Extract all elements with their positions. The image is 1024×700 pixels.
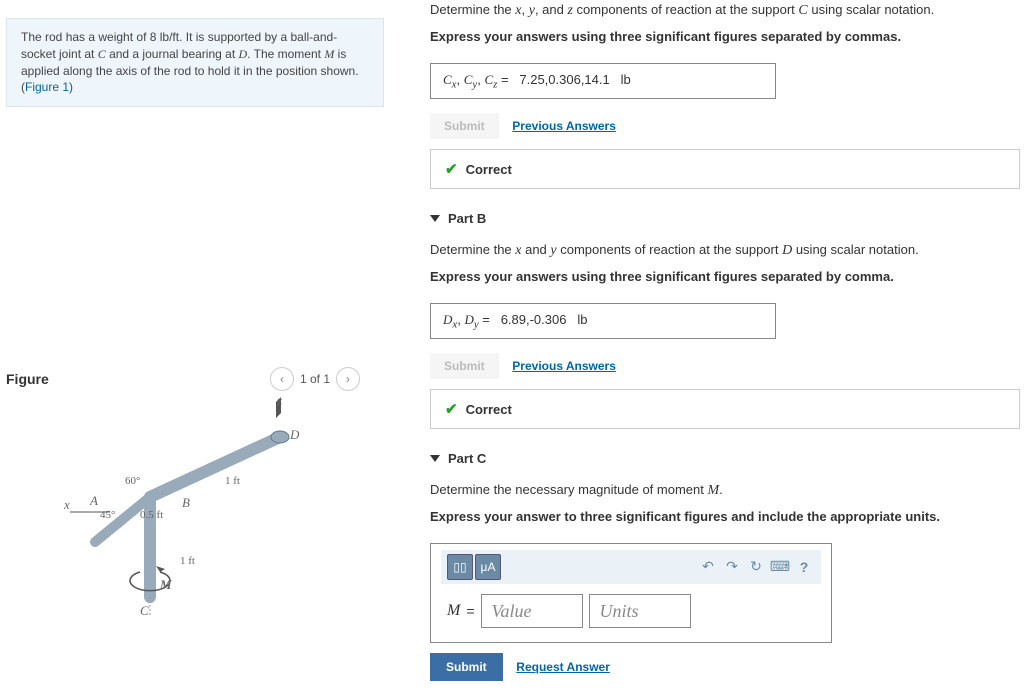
var-y: y — [529, 3, 535, 18]
partb-title: Part B — [448, 211, 486, 226]
partc-instruction: Express your answer to three significant… — [430, 507, 1020, 527]
dim-05ft: 0.5 ft — [140, 509, 163, 521]
problem-text: The rod has a weight of 8 — [21, 30, 160, 44]
partb-unit: lb — [577, 312, 587, 327]
equals-sign: = — [466, 603, 474, 619]
right-column: Determine the x, y, and z components of … — [390, 0, 1024, 700]
partc-input-box: ▯▯ μA ↶ ↷ ↻ ⌨ ? M = Value Units — [430, 543, 832, 643]
text: components of reaction at the support — [573, 2, 798, 17]
parta-submit-button: Submit — [430, 113, 499, 139]
var-c: C — [798, 3, 807, 18]
partb-header[interactable]: Part B — [430, 211, 1020, 226]
toolbar-help-icon[interactable]: ? — [793, 556, 815, 578]
angle-60: 60° — [125, 475, 140, 487]
angle-45: 45° — [100, 509, 115, 521]
partc-header[interactable]: Part C — [430, 451, 1020, 466]
partc-prompt: Determine the necessary magnitude of mom… — [430, 480, 1020, 501]
partc-value-input[interactable]: Value — [481, 594, 583, 628]
figure-link[interactable]: Figure 1 — [25, 80, 69, 94]
text: using scalar notation. — [792, 242, 918, 257]
dim-1ft-b: 1 ft — [180, 555, 195, 567]
var-d: D — [782, 243, 792, 258]
label-m: M — [160, 577, 172, 593]
partb-instruction: Express your answers using three signifi… — [430, 267, 1020, 287]
partb-previous-answers-link[interactable]: Previous Answers — [512, 359, 616, 373]
text: and — [521, 242, 550, 257]
partb-submit-button: Submit — [430, 353, 499, 379]
partc-request-answer-link[interactable]: Request Answer — [516, 660, 610, 674]
figure-next-button[interactable]: › — [336, 367, 360, 391]
partc-toolbar: ▯▯ μA ↶ ↷ ↻ ⌨ ? — [441, 550, 821, 584]
axis-x: x — [64, 497, 70, 513]
problem-text: . The moment — [247, 47, 324, 61]
var-c: C — [98, 47, 106, 61]
figure-prev-button[interactable]: ‹ — [270, 367, 294, 391]
partc-var: M — [447, 602, 460, 620]
caret-down-icon — [430, 455, 440, 462]
feedback-text: Correct — [466, 402, 512, 417]
label-c: C — [140, 603, 149, 619]
problem-text: ) — [69, 80, 73, 94]
figure-page-indicator: 1 of 1 — [300, 372, 330, 386]
var-m: M — [707, 483, 719, 498]
parta-prompt: Determine the x, y, and z components of … — [430, 0, 1020, 21]
parta-answer-display: Cx, Cy, Cz = 7.25,0.306,14.1 lb — [430, 63, 776, 100]
text: Determine the — [430, 242, 515, 257]
partc-title: Part C — [448, 451, 486, 466]
parta-previous-answers-link[interactable]: Previous Answers — [512, 119, 616, 133]
parta-feedback: ✔ Correct — [430, 149, 1020, 189]
text: components of reaction at the support — [557, 242, 782, 257]
partb-prompt: Determine the x and y components of reac… — [430, 240, 1020, 261]
problem-units: lb/ft — [160, 30, 179, 44]
var-m: M — [324, 47, 334, 61]
partc-submit-button[interactable]: Submit — [430, 653, 503, 681]
axis-z: z — [277, 393, 282, 409]
label-d: D — [290, 427, 299, 443]
parta-instruction: Express your answers using three signifi… — [430, 27, 1020, 47]
toolbar-keyboard-icon[interactable]: ⌨ — [769, 556, 791, 578]
feedback-text: Correct — [466, 162, 512, 177]
partc-units-input[interactable]: Units — [589, 594, 691, 628]
partb-answer-display: Dx, Dy = 6.89,-0.306 lb — [430, 303, 776, 340]
check-icon: ✔ — [445, 160, 458, 178]
partb-answer-value: 6.89,-0.306 — [501, 312, 567, 327]
problem-text: and a journal bearing at — [106, 47, 239, 61]
figure-diagram: z D A B x M C 60° 45° 1 ft 1 ft 0.5 ft — [40, 397, 340, 617]
toolbar-units-icon[interactable]: μA — [475, 554, 501, 580]
caret-down-icon — [430, 215, 440, 222]
text: Determine the — [430, 2, 515, 17]
left-column: The rod has a weight of 8 lb/ft. It is s… — [0, 0, 390, 700]
toolbar-template-icon[interactable]: ▯▯ — [447, 554, 473, 580]
figure-label: Figure — [6, 371, 49, 387]
label-a: A — [90, 493, 98, 509]
text: Determine the necessary magnitude of mom… — [430, 482, 707, 497]
var-x: x — [515, 3, 521, 18]
toolbar-reset-icon[interactable]: ↻ — [745, 556, 767, 578]
problem-statement: The rod has a weight of 8 lb/ft. It is s… — [6, 18, 384, 107]
partb-feedback: ✔ Correct — [430, 389, 1020, 429]
label-b: B — [182, 495, 190, 511]
text: using scalar notation. — [808, 2, 934, 17]
check-icon: ✔ — [445, 400, 458, 418]
text: . — [719, 482, 723, 497]
var-d: D — [239, 47, 248, 61]
toolbar-redo-icon[interactable]: ↷ — [721, 556, 743, 578]
parta-answer-value: 7.25,0.306,14.1 — [519, 72, 609, 87]
parta-unit: lb — [621, 72, 631, 87]
toolbar-undo-icon[interactable]: ↶ — [697, 556, 719, 578]
dim-1ft-a: 1 ft — [225, 475, 240, 487]
